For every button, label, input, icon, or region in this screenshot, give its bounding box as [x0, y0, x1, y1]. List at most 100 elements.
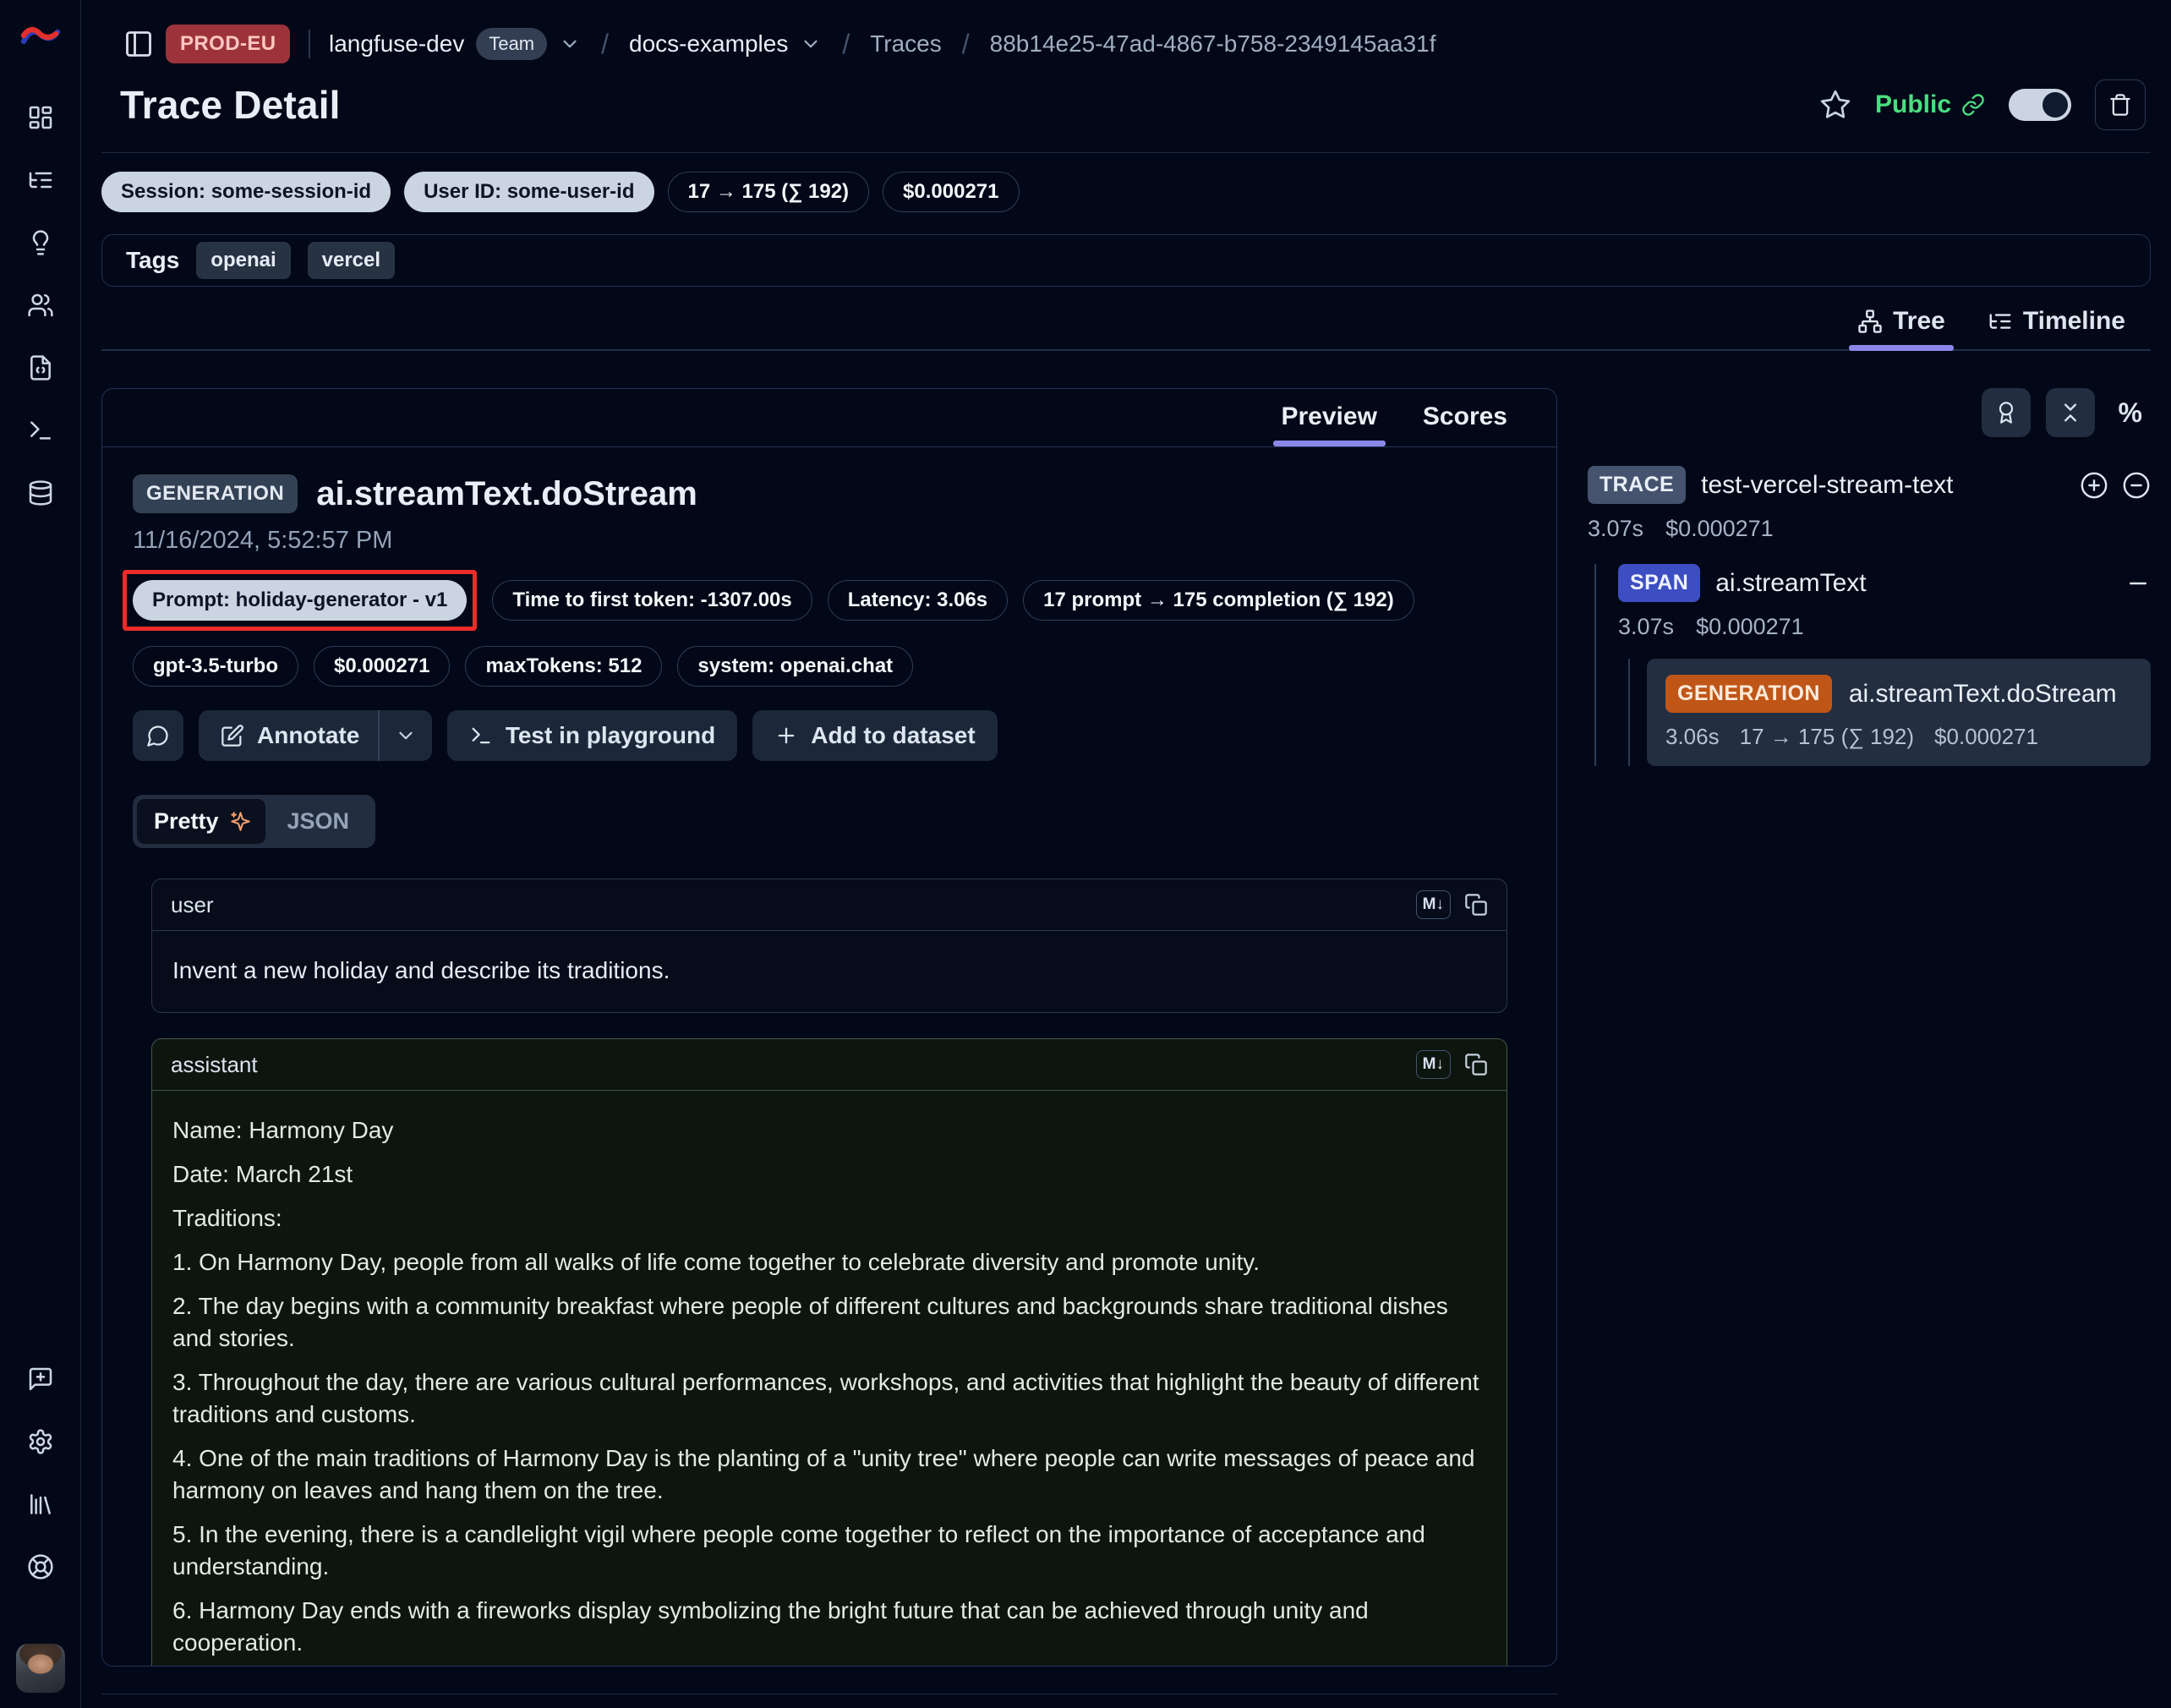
sidebar-item-datasets[interactable]: [26, 353, 55, 382]
format-toggle: Pretty JSON: [133, 795, 375, 848]
sidebar-item-library[interactable]: [26, 1490, 55, 1519]
bookmark-button[interactable]: [1819, 89, 1851, 121]
gear-icon: [27, 1428, 54, 1455]
library-icon: [27, 1491, 54, 1518]
pencil-square-icon: [221, 724, 244, 747]
layout-grid-icon: [27, 104, 54, 131]
sidebar-item-settings[interactable]: [26, 1427, 55, 1456]
user-avatar[interactable]: [16, 1644, 65, 1693]
observation-badges-row-1: Prompt: holiday-generator - v1 Time to f…: [133, 570, 1526, 631]
annotate-dropdown-button[interactable]: [380, 710, 432, 761]
list-tree-icon: [1988, 309, 2013, 334]
annotate-button[interactable]: Annotate: [199, 710, 378, 761]
list-tree-icon: [27, 167, 54, 194]
tab-timeline[interactable]: Timeline: [1986, 298, 2127, 349]
user-id-badge[interactable]: User ID: some-user-id: [404, 172, 653, 212]
award-icon: [1994, 401, 2018, 424]
comment-button[interactable]: [133, 710, 183, 761]
langfuse-logo-icon: [20, 19, 61, 55]
collapse-all-button[interactable]: [2046, 388, 2095, 437]
markdown-toggle-icon[interactable]: M↓: [1416, 1050, 1451, 1079]
sidebar-item-dashboard[interactable]: [26, 103, 55, 132]
trace-type-badge: TRACE: [1588, 466, 1686, 504]
trace-tree-panel: % TRACE test-vercel-stream-text 3.07s $0…: [1588, 388, 2151, 1708]
public-toggle[interactable]: [2009, 89, 2071, 121]
scores-toggle-button[interactable]: [1982, 388, 2031, 437]
add-to-dataset-button[interactable]: Add to dataset: [752, 710, 997, 761]
breadcrumb-org[interactable]: langfuse-dev: [329, 30, 464, 57]
assistant-paragraph: Traditions:: [172, 1202, 1486, 1234]
panel-left-icon: [123, 29, 154, 59]
chevron-down-icon[interactable]: [559, 33, 581, 55]
copy-button[interactable]: [1464, 1053, 1488, 1076]
prompt-badge[interactable]: Prompt: holiday-generator - v1: [133, 580, 467, 621]
format-pretty-button[interactable]: Pretty: [137, 799, 265, 844]
tree-node-trace[interactable]: TRACE test-vercel-stream-text: [1588, 466, 2151, 504]
tags-label: Tags: [126, 247, 179, 274]
observation-tabs: Preview Scores: [102, 389, 1556, 447]
breadcrumb-section[interactable]: Traces: [870, 30, 942, 57]
expand-all-button[interactable]: [2080, 471, 2108, 500]
assistant-paragraph: 4. One of the main traditions of Harmony…: [172, 1442, 1486, 1507]
tag-item[interactable]: openai: [196, 242, 290, 279]
tab-timeline-label: Timeline: [2023, 307, 2125, 336]
link-icon[interactable]: [1961, 93, 1985, 117]
chevrons-collapse-icon: [2059, 401, 2082, 424]
star-icon: [1819, 89, 1851, 121]
breadcrumb-project[interactable]: docs-examples: [629, 30, 788, 57]
tree-node-generation-selected[interactable]: GENERATION ai.streamText.doStream 3.06s …: [1647, 659, 2151, 766]
system-badge: system: openai.chat: [677, 646, 913, 687]
trace-cost: $0.000271: [1665, 516, 1774, 542]
sidebar-item-support[interactable]: [26, 1552, 55, 1581]
span-cost: $0.000271: [1696, 614, 1804, 640]
sidebar-item-tracing[interactable]: [26, 166, 55, 194]
trace-meta-badges: Session: some-session-id User ID: some-u…: [101, 172, 2151, 212]
view-switcher: Tree Timeline: [101, 298, 2151, 351]
tab-preview[interactable]: Preview: [1280, 389, 1379, 446]
percent-toggle-button[interactable]: %: [2110, 397, 2151, 429]
assistant-paragraph: 6. Harmony Day ends with a fireworks dis…: [172, 1595, 1486, 1659]
observation-timestamp: 11/16/2024, 5:52:57 PM: [133, 527, 1526, 555]
observation-card: Preview Scores GENERATION ai.streamText.…: [101, 388, 1557, 1667]
trace-latency: 3.07s: [1588, 516, 1643, 542]
collapse-span-button[interactable]: [2125, 571, 2151, 596]
assistant-paragraph: 3. Throughout the day, there are various…: [172, 1366, 1486, 1431]
assistant-message-card: assistant M↓ Name: Harmony Day Dat: [151, 1038, 1507, 1666]
generation-cost: $0.000271: [1934, 724, 2038, 750]
span-name: ai.streamText: [1715, 569, 1866, 598]
delete-trace-button[interactable]: [2095, 79, 2146, 130]
markdown-toggle-icon[interactable]: M↓: [1416, 890, 1451, 919]
public-label: Public: [1875, 90, 1951, 119]
toggle-knob: [2042, 92, 2068, 118]
sidebar-item-playground[interactable]: [26, 416, 55, 445]
sidebar-item-prompts[interactable]: [26, 228, 55, 257]
test-in-playground-button[interactable]: Test in playground: [447, 710, 737, 761]
collapse-node-button[interactable]: [2122, 471, 2151, 500]
lightbulb-icon: [27, 229, 54, 256]
tag-item[interactable]: vercel: [308, 242, 395, 279]
tab-scores[interactable]: Scores: [1421, 389, 1509, 446]
format-json-button[interactable]: JSON: [265, 799, 372, 844]
latency-badge: Latency: 3.06s: [828, 580, 1008, 621]
message-circle-icon: [146, 724, 170, 747]
environment-badge[interactable]: PROD-EU: [166, 25, 290, 63]
cost-badge: $0.000271: [314, 646, 450, 687]
lifebuoy-icon: [27, 1553, 54, 1580]
sidebar-toggle-button[interactable]: [123, 29, 154, 59]
chevron-down-icon[interactable]: [800, 33, 822, 55]
tab-tree[interactable]: Tree: [1856, 298, 1947, 349]
sidebar-item-feedback[interactable]: [26, 1365, 55, 1393]
trace-metrics: 3.07s $0.000271: [1588, 516, 2151, 542]
tree-node-span[interactable]: SPAN ai.streamText: [1618, 564, 2151, 602]
langfuse-logo[interactable]: [20, 19, 61, 56]
generation-latency: 3.06s: [1665, 724, 1720, 750]
highlight-box: Prompt: holiday-generator - v1: [123, 570, 477, 631]
copy-button[interactable]: [1464, 893, 1488, 917]
chevron-down-icon: [395, 725, 417, 747]
model-badge: gpt-3.5-turbo: [133, 646, 298, 687]
sidebar-item-database[interactable]: [26, 479, 55, 507]
assistant-paragraph: 5. In the evening, there is a candleligh…: [172, 1519, 1486, 1583]
page-title: Trace Detail: [120, 82, 341, 128]
session-badge[interactable]: Session: some-session-id: [101, 172, 391, 212]
sidebar-item-users[interactable]: [26, 291, 55, 320]
